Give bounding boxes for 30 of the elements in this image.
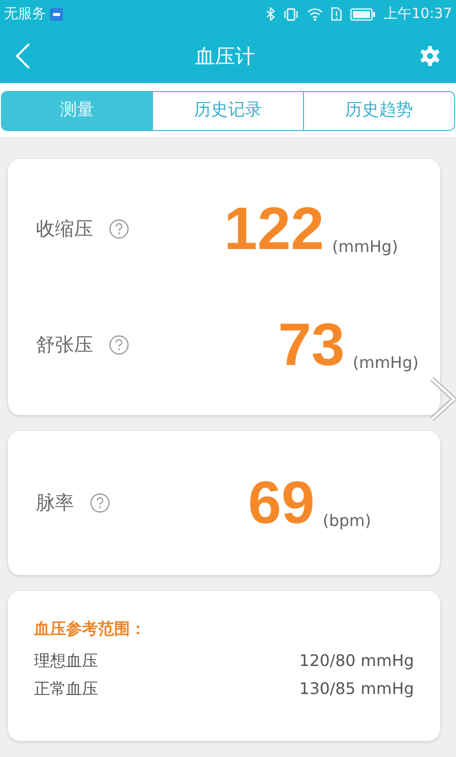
reading-value: 73 xyxy=(278,315,345,375)
range-value: 130/85 mmHg xyxy=(299,678,414,700)
bluetooth-icon xyxy=(266,7,275,21)
unit-label: (mmHg) xyxy=(352,352,419,374)
sim-alert-icon xyxy=(330,7,342,21)
help-icon[interactable] xyxy=(109,335,129,355)
reading-label: 舒张压 xyxy=(36,332,93,358)
reference-title: 血压参考范围： xyxy=(34,618,147,640)
clock-text: 上午10:37 xyxy=(384,4,452,24)
settings-icon[interactable] xyxy=(420,46,440,66)
range-value: 120/80 mmHg xyxy=(299,650,414,672)
reading-value: 122 xyxy=(224,199,324,259)
unit-label: (bpm) xyxy=(322,510,372,532)
help-icon[interactable] xyxy=(109,219,129,239)
carrier-text: 无服务 xyxy=(4,4,46,24)
vibrate-icon xyxy=(282,8,299,20)
tab[interactable]: 测量 xyxy=(2,92,152,130)
help-icon[interactable] xyxy=(90,493,110,513)
reading-label: 脉率 xyxy=(36,490,74,516)
back-icon[interactable] xyxy=(16,42,30,68)
reading-label: 收缩压 xyxy=(36,216,93,242)
reading-value: 69 xyxy=(248,473,315,533)
battery-icon xyxy=(350,8,376,20)
wifi-icon xyxy=(306,8,323,20)
tab[interactable]: 历史趋势 xyxy=(303,92,454,130)
page-title: 血压计 xyxy=(195,42,255,70)
range-label: 理想血压 xyxy=(34,650,98,672)
app-notification-icon xyxy=(50,8,63,20)
unit-label: (mmHg) xyxy=(332,236,398,258)
range-label: 正常血压 xyxy=(34,678,98,700)
